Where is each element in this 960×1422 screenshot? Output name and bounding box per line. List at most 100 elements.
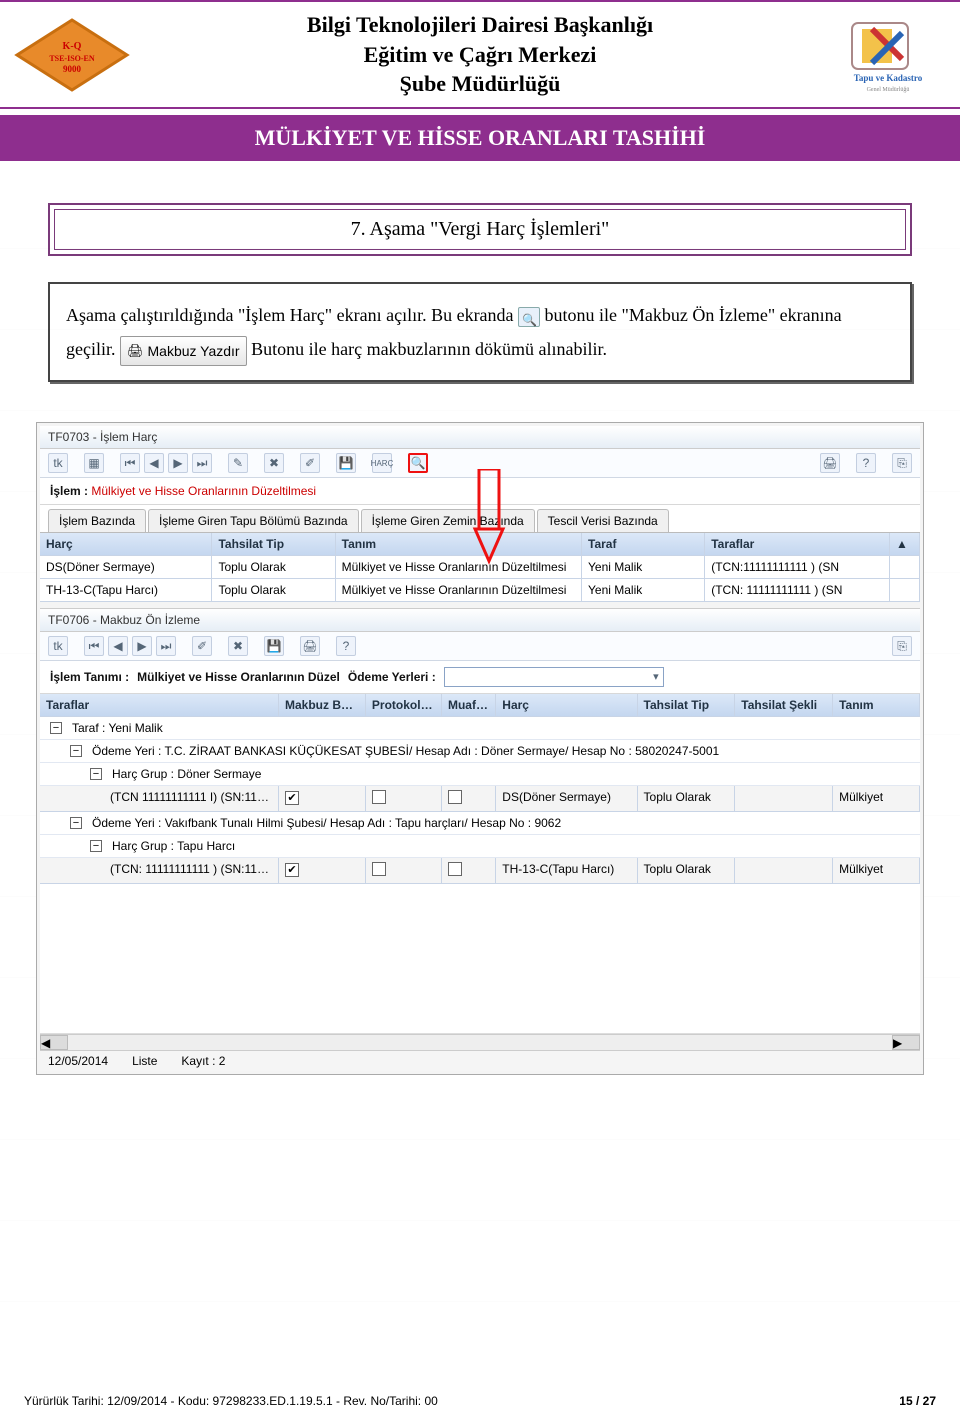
collapse-icon[interactable]: − bbox=[70, 817, 82, 829]
window1-tabs: İşlem Bazında İşleme Giren Tapu Bölümü B… bbox=[40, 505, 920, 533]
section-heading-box: 7. Aşama "Vergi Harç İşlemleri" bbox=[48, 203, 912, 256]
muaf-checkbox[interactable] bbox=[448, 862, 462, 876]
header-line1: Bilgi Teknolojileri Dairesi Başkanlığı bbox=[144, 10, 816, 40]
collapse-icon[interactable]: − bbox=[50, 722, 62, 734]
tree-harc-grup-row[interactable]: − Harç Grup : Tapu Harcı bbox=[40, 835, 920, 858]
muaf-checkbox[interactable] bbox=[448, 790, 462, 804]
scroll-right-button[interactable]: ▶ bbox=[892, 1035, 920, 1050]
app-logo-icon: tk bbox=[48, 453, 68, 473]
help-icon[interactable]: ? bbox=[856, 453, 876, 473]
first-record-icon[interactable]: ⏮ bbox=[120, 453, 140, 473]
app-logo-icon: tk bbox=[48, 636, 68, 656]
tab-zemin-bazinda[interactable]: İşleme Giren Zemin Bazında bbox=[361, 509, 535, 532]
header-title: Bilgi Teknolojileri Dairesi Başkanlığı E… bbox=[144, 10, 816, 99]
print-icon[interactable]: 🖨 bbox=[820, 453, 840, 473]
islem-tanimi-label: İşlem Tanımı : bbox=[50, 670, 129, 684]
edit-icon[interactable]: ✐ bbox=[300, 453, 320, 473]
window1-grid-header: Harç Tahsilat Tip Tanım Taraf Taraflar ▲ bbox=[40, 533, 920, 556]
tab-tescil-verisi-bazinda[interactable]: Tescil Verisi Bazında bbox=[537, 509, 669, 532]
window-makbuz-onizleme: TF0706 - Makbuz Ön İzleme tk ⏮ ◀ ▶ ⏭ ✐ ✖… bbox=[40, 608, 920, 1071]
table-row[interactable]: DS(Döner Sermaye) Toplu Olarak Mülkiyet … bbox=[40, 556, 920, 579]
next-record-icon[interactable]: ▶ bbox=[132, 636, 152, 656]
status-mode: Liste bbox=[132, 1054, 157, 1068]
footer-left: Yürürlük Tarihi: 12/09/2014 - Kodu: 9729… bbox=[24, 1394, 438, 1408]
grid-empty-area bbox=[40, 884, 920, 1034]
islem-value: Mülkiyet ve Hisse Oranlarının Düzeltilme… bbox=[91, 484, 316, 498]
help-icon[interactable]: ? bbox=[336, 636, 356, 656]
prev-record-icon[interactable]: ◀ bbox=[144, 453, 164, 473]
svg-text:TSE-ISO-EN: TSE-ISO-EN bbox=[49, 54, 95, 63]
scroll-left-button[interactable]: ◀ bbox=[40, 1035, 68, 1050]
svg-text:9000: 9000 bbox=[63, 64, 82, 74]
window2-title: TF0706 - Makbuz Ön İzleme bbox=[40, 609, 920, 632]
makbuz-yazdir-button[interactable]: Makbuz Yazdır bbox=[120, 336, 247, 367]
col-tahsilat-tip: Tahsilat Tip bbox=[212, 533, 335, 556]
tree-odeme-row[interactable]: − Ödeme Yeri : T.C. ZİRAAT BANKASI KÜÇÜK… bbox=[40, 740, 920, 763]
window1-toolbar: tk ▦ ⏮ ◀ ▶ ⏭ ✎ ✖ ✐ 💾 HARÇ 🔍 🖨 ? ⎘ bbox=[40, 449, 920, 478]
close-icon[interactable]: ⎘ bbox=[892, 636, 912, 656]
status-date: 12/05/2014 bbox=[48, 1054, 108, 1068]
logo-tapu-kadastro: Tapu ve Kadastro Genel Müdürlüğü bbox=[828, 15, 948, 95]
harc-icon[interactable]: HARÇ bbox=[372, 453, 392, 473]
makbuz-onizleme-toolbar-icon[interactable]: 🔍 bbox=[408, 453, 428, 473]
screenshot-composite: TF0703 - İşlem Harç tk ▦ ⏮ ◀ ▶ ⏭ ✎ ✖ ✐ 💾… bbox=[36, 422, 924, 1075]
window2-toolbar: tk ⏮ ◀ ▶ ⏭ ✐ ✖ 💾 🖨 ? ⎘ bbox=[40, 632, 920, 661]
table-row[interactable]: (TCN: 11111111111 ) (SN:110034895) FATN … bbox=[40, 858, 920, 884]
tab-islem-bazinda[interactable]: İşlem Bazında bbox=[48, 509, 146, 532]
last-record-icon[interactable]: ⏭ bbox=[192, 453, 212, 473]
protokol-checkbox[interactable] bbox=[372, 862, 386, 876]
header-line2: Eğitim ve Çağrı Merkezi bbox=[144, 40, 816, 70]
islem-tanimi-value: Mülkiyet ve Hisse Oranlarının Düzel bbox=[137, 670, 340, 684]
horizontal-scrollbar[interactable]: ◀ ▶ bbox=[40, 1034, 920, 1050]
makbuz-basilacak-checkbox[interactable]: ✔ bbox=[285, 791, 299, 805]
edit-icon[interactable]: ✐ bbox=[192, 636, 212, 656]
col-tanim: Tanım bbox=[336, 533, 582, 556]
close-icon[interactable]: ⎘ bbox=[892, 453, 912, 473]
next-record-icon[interactable]: ▶ bbox=[168, 453, 188, 473]
last-record-icon[interactable]: ⏭ bbox=[156, 636, 176, 656]
window1-title: TF0703 - İşlem Harç bbox=[40, 426, 920, 449]
tree-harc-grup-row[interactable]: − Harç Grup : Döner Sermaye bbox=[40, 763, 920, 786]
footer: Yürürlük Tarihi: 12/09/2014 - Kodu: 9729… bbox=[0, 1388, 960, 1414]
tree-taraf-row[interactable]: − Taraf : Yeni Malik bbox=[40, 717, 920, 740]
first-record-icon[interactable]: ⏮ bbox=[84, 636, 104, 656]
col-harc: Harç bbox=[40, 533, 212, 556]
svg-text:Genel Müdürlüğü: Genel Müdürlüğü bbox=[867, 86, 910, 93]
tree-odeme-row[interactable]: − Ödeme Yeri : Vakıfbank Tunalı Hilmi Şu… bbox=[40, 812, 920, 835]
save-icon[interactable]: 💾 bbox=[336, 453, 356, 473]
section-heading: 7. Aşama "Vergi Harç İşlemleri" bbox=[351, 218, 610, 240]
delete-icon[interactable]: ✖ bbox=[228, 636, 248, 656]
table-row[interactable]: (TCN 11111111111 I) (SN:110034895) FATN … bbox=[40, 786, 920, 812]
col-taraf: Taraf bbox=[582, 533, 705, 556]
page-banner: MÜLKİYET VE HİSSE ORANLARI TASHİHİ bbox=[0, 115, 960, 161]
svg-text:Tapu ve Kadastro: Tapu ve Kadastro bbox=[854, 73, 923, 83]
makbuz-basilacak-checkbox[interactable]: ✔ bbox=[285, 863, 299, 877]
status-bar: 12/05/2014 Liste Kayıt : 2 bbox=[40, 1050, 920, 1071]
print-icon[interactable]: 🖨 bbox=[300, 636, 320, 656]
prev-record-icon[interactable]: ◀ bbox=[108, 636, 128, 656]
islem-label: İşlem : bbox=[50, 484, 88, 498]
collapse-icon[interactable]: − bbox=[70, 745, 82, 757]
odeme-yerleri-label: Ödeme Yerleri : bbox=[348, 670, 436, 684]
col-scroll: ▲ bbox=[890, 533, 920, 556]
status-record-count: Kayıt : 2 bbox=[181, 1054, 225, 1068]
new-record-icon[interactable]: ✎ bbox=[228, 453, 248, 473]
calendar-icon[interactable]: ▦ bbox=[84, 453, 104, 473]
delete-record-icon[interactable]: ✖ bbox=[264, 453, 284, 473]
makbuz-onizleme-icon bbox=[518, 307, 540, 327]
header: K-Q TSE-ISO-EN9000 Bilgi Teknolojileri Da… bbox=[0, 0, 960, 109]
window2-grid-header: Taraflar Makbuz Basılacak Protokol Mu? M… bbox=[40, 694, 920, 717]
odeme-yerleri-dropdown[interactable] bbox=[444, 667, 664, 687]
save-icon[interactable]: 💾 bbox=[264, 636, 284, 656]
collapse-icon[interactable]: − bbox=[90, 840, 102, 852]
window2-filter-line: İşlem Tanımı : Mülkiyet ve Hisse Oranlar… bbox=[40, 661, 920, 694]
collapse-icon[interactable]: − bbox=[90, 768, 102, 780]
table-row[interactable]: TH-13-C(Tapu Harcı) Toplu Olarak Mülkiye… bbox=[40, 579, 920, 602]
instruction-text-3: Butonu ile harç makbuzlarının dökümü alı… bbox=[251, 339, 607, 359]
tab-tapu-bolumu-bazinda[interactable]: İşleme Giren Tapu Bölümü Bazında bbox=[148, 509, 359, 532]
header-line3: Şube Müdürlüğü bbox=[144, 69, 816, 99]
svg-text:K-Q: K-Q bbox=[63, 41, 82, 52]
islem-line: İşlem : Mülkiyet ve Hisse Oranlarının Dü… bbox=[40, 478, 920, 505]
protokol-checkbox[interactable] bbox=[372, 790, 386, 804]
instruction-box: Aşama çalıştırıldığında "İşlem Harç" ekr… bbox=[48, 282, 912, 382]
